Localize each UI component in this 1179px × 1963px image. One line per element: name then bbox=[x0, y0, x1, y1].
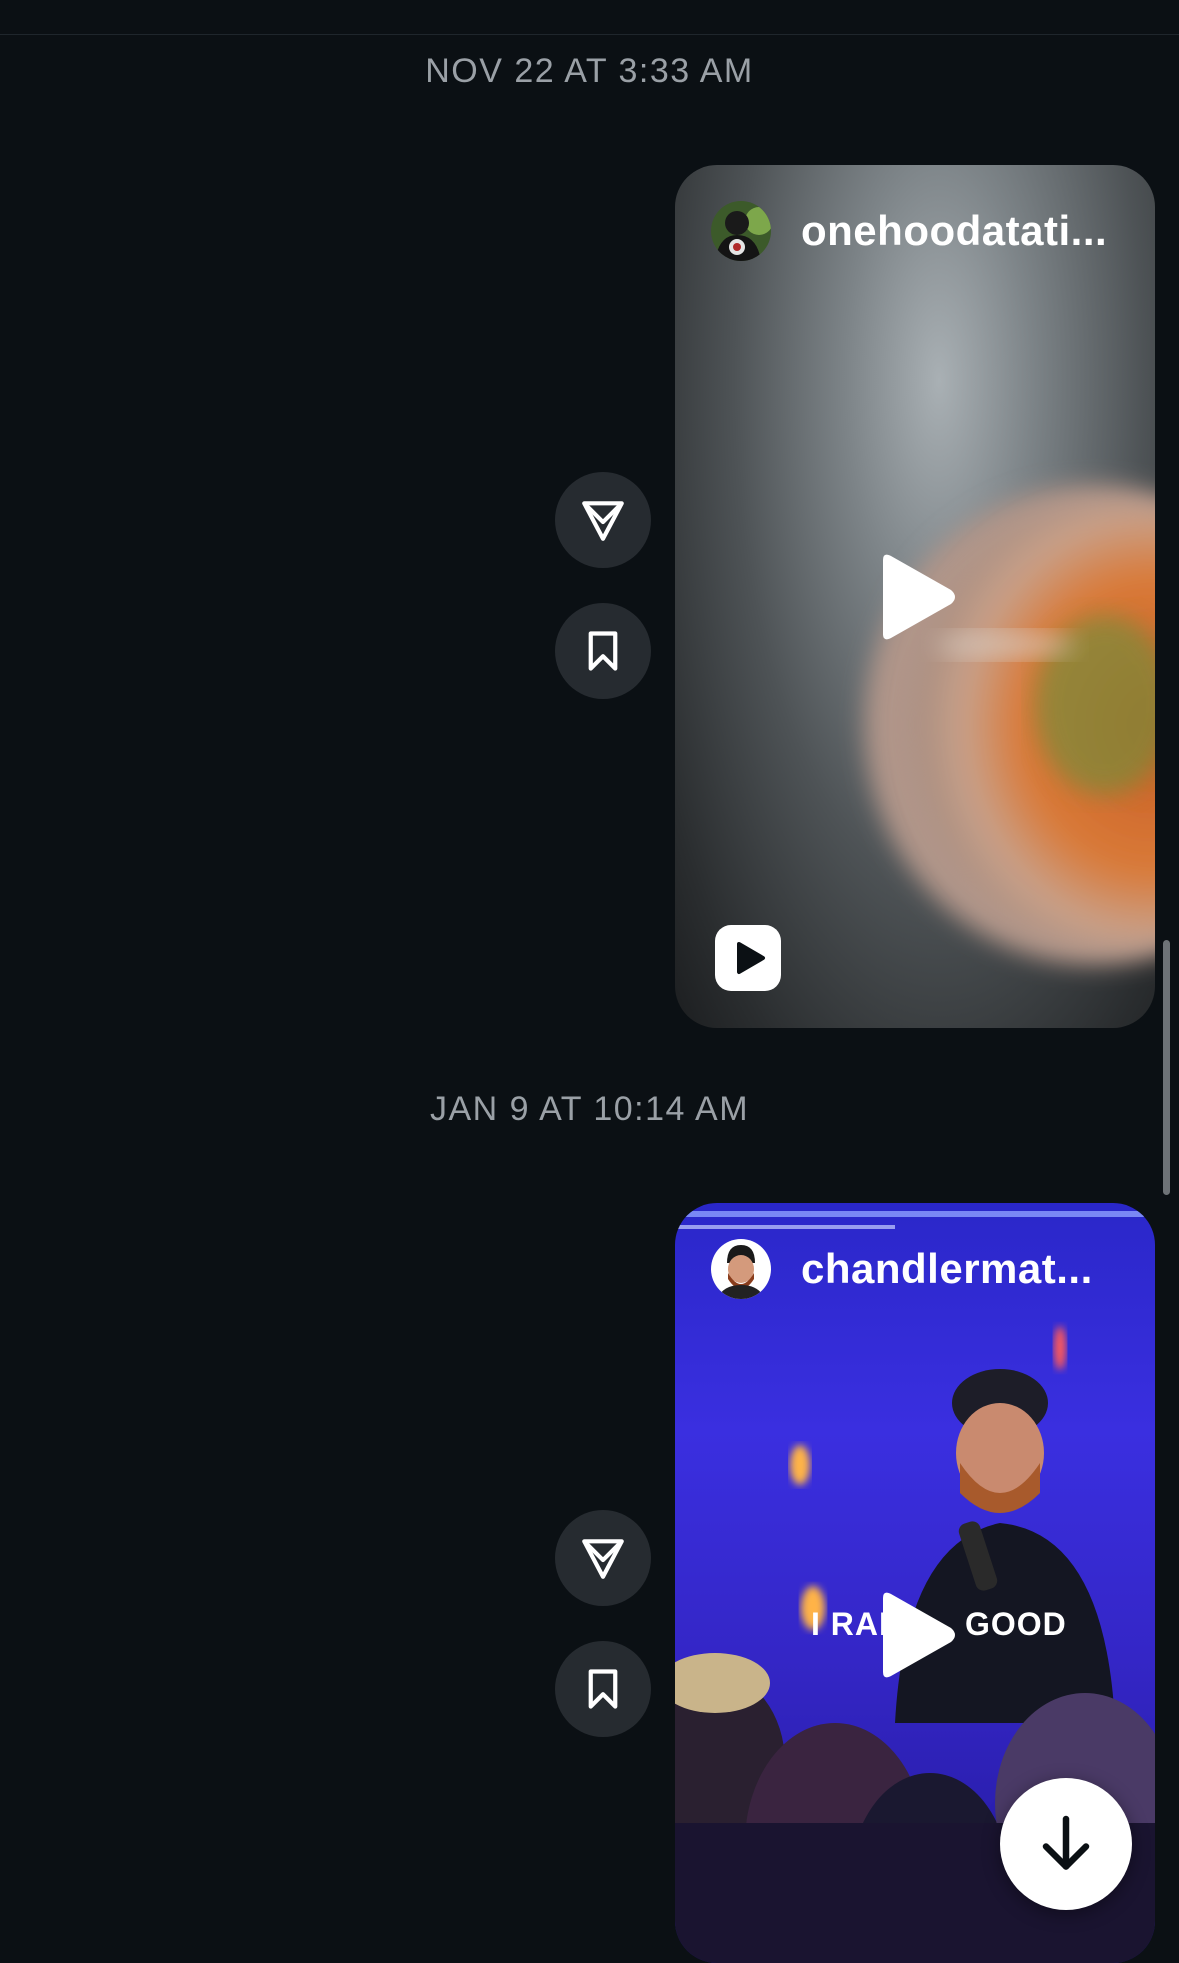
bookmark-icon bbox=[588, 631, 618, 671]
top-bar bbox=[0, 0, 1179, 35]
save-button[interactable] bbox=[555, 1641, 651, 1737]
avatar[interactable] bbox=[711, 1239, 771, 1299]
paper-plane-icon bbox=[582, 501, 624, 541]
avatar[interactable] bbox=[711, 201, 771, 261]
paper-plane-icon bbox=[582, 1539, 624, 1579]
reel-username[interactable]: chandlermat... bbox=[801, 1245, 1093, 1293]
save-button[interactable] bbox=[555, 603, 651, 699]
share-button[interactable] bbox=[555, 472, 651, 568]
reel-badge-icon bbox=[715, 925, 781, 991]
scrollbar[interactable] bbox=[1163, 940, 1170, 1195]
reel-card[interactable]: onehoodatati... bbox=[675, 165, 1155, 1028]
play-icon[interactable] bbox=[873, 1590, 957, 1680]
svg-text:GOOD: GOOD bbox=[965, 1606, 1067, 1642]
scroll-to-bottom-button[interactable] bbox=[1000, 1778, 1132, 1910]
arrow-down-icon bbox=[1042, 1815, 1090, 1870]
reel-header[interactable]: onehoodatati... bbox=[711, 201, 1107, 261]
bookmark-icon bbox=[588, 1669, 618, 1709]
play-icon[interactable] bbox=[873, 552, 957, 642]
share-button[interactable] bbox=[555, 1510, 651, 1606]
timestamp: NOV 22 AT 3:33 AM bbox=[425, 52, 754, 90]
reel-header[interactable]: chandlermat... bbox=[711, 1239, 1093, 1299]
reel-username[interactable]: onehoodatati... bbox=[801, 207, 1107, 255]
timestamp: JAN 9 AT 10:14 AM bbox=[429, 1090, 750, 1128]
